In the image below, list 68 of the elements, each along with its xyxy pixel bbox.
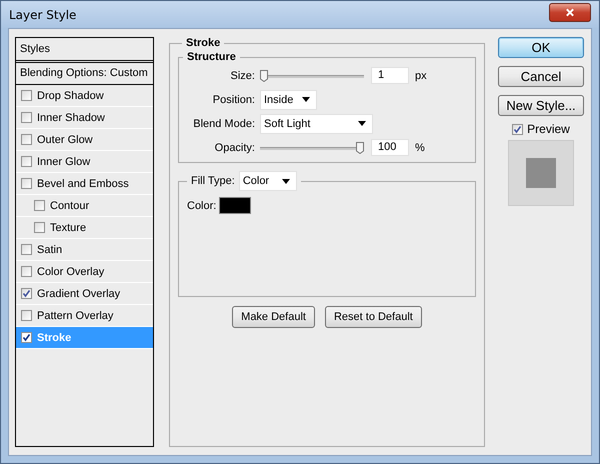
style-label: Color Overlay xyxy=(37,266,104,278)
checkbox[interactable] xyxy=(21,288,32,299)
checkbox[interactable] xyxy=(512,124,524,134)
opacity-field[interactable]: 100 xyxy=(371,139,409,156)
style-label: Drop Shadow xyxy=(37,90,104,102)
style-list-item[interactable]: Inner Shadow xyxy=(16,107,153,129)
style-label: Outer Glow xyxy=(37,134,93,146)
checkbox[interactable] xyxy=(34,200,45,211)
preview-label: Preview xyxy=(527,122,570,136)
style-list-item[interactable]: Satin xyxy=(16,239,153,261)
style-label: Contour xyxy=(50,200,90,212)
checkbox[interactable] xyxy=(21,178,32,189)
dropdown[interactable]: Inside xyxy=(260,90,317,110)
size-field[interactable]: 1 xyxy=(371,67,409,84)
styles-header[interactable]: Styles xyxy=(16,38,153,63)
dialog-button[interactable]: Cancel xyxy=(498,66,584,87)
unit-label: % xyxy=(414,142,425,154)
style-list-item[interactable]: Outer Glow xyxy=(16,129,153,151)
close-button[interactable] xyxy=(549,3,591,22)
style-list-item[interactable]: Texture xyxy=(16,217,153,239)
group-title: Stroke xyxy=(185,37,222,49)
slider-thumb[interactable] xyxy=(260,70,268,82)
style-list-item[interactable]: Color Overlay xyxy=(16,261,153,283)
style-list-item[interactable]: Gradient Overlay xyxy=(16,283,153,305)
field-label: Size: xyxy=(230,70,255,82)
checkbox[interactable] xyxy=(21,266,32,277)
unit-label: px xyxy=(414,70,427,82)
blending-options-item[interactable]: Blending Options: Custom xyxy=(16,63,153,85)
dropdown-arrow-icon xyxy=(302,97,310,102)
style-label: Pattern Overlay xyxy=(37,310,114,322)
style-label: Inner Shadow xyxy=(37,112,105,124)
checkbox[interactable] xyxy=(21,134,32,145)
checkbox[interactable] xyxy=(21,112,32,123)
field-label: Color: xyxy=(187,200,216,212)
style-label: Bevel and Emboss xyxy=(37,178,129,190)
style-list-item[interactable]: Drop Shadow xyxy=(16,85,153,107)
style-label: Satin xyxy=(37,244,62,256)
dialog-button[interactable]: New Style... xyxy=(498,95,584,116)
preview-square xyxy=(526,158,556,188)
checkbox[interactable] xyxy=(21,90,32,101)
default-button[interactable]: Reset to Default xyxy=(324,306,422,328)
color-swatch[interactable] xyxy=(219,197,252,214)
field-label: Fill Type: xyxy=(191,175,235,187)
style-list-item[interactable]: Bevel and Emboss xyxy=(16,173,153,195)
close-icon xyxy=(565,8,575,17)
style-list-item[interactable]: Inner Glow xyxy=(16,151,153,173)
style-label: Texture xyxy=(50,222,86,234)
dropdown-arrow-icon xyxy=(358,121,366,126)
dialog-button[interactable]: OK xyxy=(498,37,584,58)
style-label: Stroke xyxy=(37,332,72,344)
field-label: Opacity: xyxy=(214,142,255,154)
style-label: Gradient Overlay xyxy=(37,288,120,300)
style-list-item[interactable]: Contour xyxy=(16,195,153,217)
field-label: Blend Mode: xyxy=(192,118,255,130)
checkbox[interactable] xyxy=(34,222,45,233)
slider-thumb[interactable] xyxy=(356,142,364,154)
dropdown[interactable]: Soft Light xyxy=(260,114,373,134)
field-label: Position: xyxy=(212,94,255,106)
dropdown[interactable]: Color xyxy=(238,171,297,191)
checkbox[interactable] xyxy=(21,332,32,343)
default-button[interactable]: Make Default xyxy=(232,306,315,328)
window-title: Layer Style xyxy=(9,8,76,22)
checkbox[interactable] xyxy=(21,156,32,167)
checkbox[interactable] xyxy=(21,244,32,255)
style-label: Inner Glow xyxy=(37,156,90,168)
dropdown-arrow-icon xyxy=(282,178,290,184)
group-title: Structure xyxy=(186,51,237,63)
checkbox[interactable] xyxy=(21,310,32,321)
